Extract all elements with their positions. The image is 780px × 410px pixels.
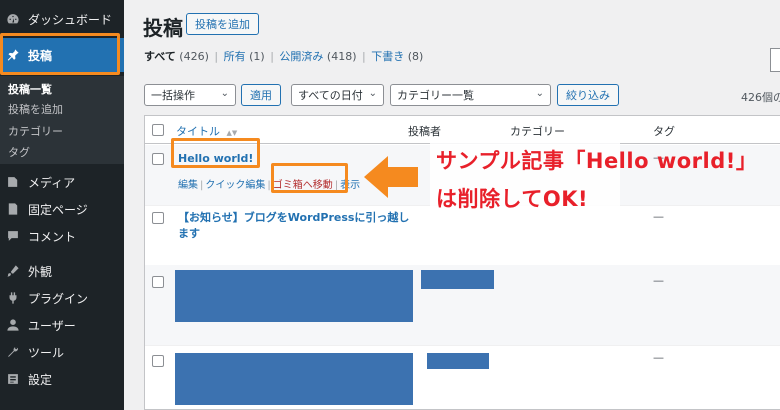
annotation-text-line1: サンプル記事「Hello world!」 (436, 149, 758, 173)
redacted-title (175, 270, 413, 322)
sidebar-item-plugins[interactable]: プラグイン (0, 284, 124, 312)
sidebar-item-appearance[interactable]: 外観 (0, 257, 124, 285)
sidebar-item-dashboard[interactable]: ダッシュボード (0, 5, 124, 33)
sidebar-item-label: ユーザー (28, 318, 76, 333)
column-title-label: タイトル (176, 125, 220, 138)
filter-button[interactable]: 絞り込み (557, 84, 619, 106)
redacted-title (175, 353, 413, 405)
filter-separator: | (270, 50, 274, 63)
filter-separator: | (362, 50, 366, 63)
bulk-action-select[interactable]: 一括操作 ⌄ (144, 84, 236, 106)
items-count: 426個の (741, 91, 780, 104)
sidebar-item-label: コメント (28, 229, 77, 244)
row-checkbox[interactable] (152, 212, 164, 224)
redacted-author (427, 353, 489, 369)
edit-link[interactable]: 編集 (178, 180, 198, 191)
trash-highlight-box (271, 163, 348, 193)
chevron-down-icon: ⌄ (535, 88, 544, 99)
bulk-action-value: 一括操作 (151, 89, 195, 102)
select-all-checkbox[interactable] (152, 124, 164, 136)
filter-published[interactable]: 公開済み (279, 50, 323, 63)
page-icon (6, 202, 20, 216)
chevron-down-icon: ⌄ (368, 88, 377, 99)
submenu-add-post[interactable]: 投稿を追加 (8, 101, 63, 117)
redacted-author (421, 270, 494, 289)
filter-all-count: (426) (179, 50, 209, 63)
page-title: 投稿 (143, 16, 183, 40)
title-highlight-box (171, 138, 260, 168)
sidebar-item-pages[interactable]: 固定ページ (0, 195, 124, 223)
arrow-left-icon (364, 156, 418, 198)
sidebar-item-label: 設定 (28, 372, 53, 387)
row-checkbox[interactable] (152, 276, 164, 288)
filter-published-count: (418) (326, 50, 357, 63)
date-filter-value: すべての日付 (298, 89, 363, 102)
submenu-tags[interactable]: タグ (8, 144, 30, 160)
tags-cell: — (653, 210, 664, 223)
submenu-categories[interactable]: カテゴリー (8, 123, 63, 139)
admin-sidebar: ダッシュボード 投稿 投稿一覧 投稿を追加 カテゴリー タグ メディア 固定ペー… (0, 0, 124, 410)
sidebar-item-label: 固定ページ (28, 202, 88, 217)
column-tags: タグ (653, 125, 675, 138)
table-row: — (145, 345, 780, 410)
dashboard-icon (6, 12, 20, 26)
sidebar-item-label: プラグイン (28, 291, 89, 306)
posts-submenu: 投稿一覧 投稿を追加 カテゴリー タグ (0, 76, 124, 164)
date-filter-select[interactable]: すべての日付 ⌄ (291, 84, 384, 106)
filter-drafts-count: (8) (407, 50, 424, 63)
category-filter-select[interactable]: カテゴリー一覧 ⌄ (390, 84, 551, 106)
apply-button[interactable]: 適用 (241, 84, 281, 106)
status-filter-links: すべて (426) | 所有 (1) | 公開済み (418) | 下書き (8… (144, 48, 423, 64)
annotation-text-line2: は削除してOK! (436, 187, 589, 211)
posts-menu-highlight (0, 33, 120, 75)
sidebar-item-comments[interactable]: コメント (0, 222, 124, 250)
sidebar-item-users[interactable]: ユーザー (0, 311, 124, 339)
sidebar-item-label: ツール (28, 345, 65, 360)
column-title[interactable]: タイトル ▲▼ (176, 123, 237, 139)
user-icon (6, 318, 20, 332)
add-post-button[interactable]: 投稿を追加 (186, 13, 259, 35)
comment-icon (6, 229, 20, 243)
filter-separator: | (214, 50, 219, 63)
sidebar-item-label: ダッシュボード (28, 12, 113, 27)
search-input[interactable] (770, 48, 780, 72)
filter-mine-count: (1) (249, 50, 265, 63)
column-categories: カテゴリー (510, 125, 565, 138)
chevron-down-icon: ⌄ (220, 88, 229, 99)
media-icon (6, 175, 20, 189)
sidebar-item-media[interactable]: メディア (0, 168, 124, 196)
brush-icon (6, 264, 20, 278)
quick-edit-link[interactable]: クイック編集 (205, 180, 265, 191)
filter-drafts[interactable]: 下書き (371, 50, 404, 63)
category-filter-value: カテゴリー一覧 (397, 89, 474, 102)
row-checkbox[interactable] (152, 355, 164, 367)
plugin-icon (6, 291, 20, 305)
row-checkbox[interactable] (152, 153, 164, 165)
filter-all[interactable]: すべて (144, 50, 176, 63)
tags-cell: — (653, 351, 664, 364)
tags-cell: — (653, 274, 664, 287)
column-author: 投稿者 (408, 125, 441, 138)
sidebar-item-label: 外観 (28, 264, 53, 279)
sort-icon: ▲▼ (226, 129, 238, 137)
table-row: — (145, 265, 780, 345)
sidebar-item-label: メディア (28, 175, 76, 190)
submenu-all-posts[interactable]: 投稿一覧 (8, 81, 52, 97)
sidebar-item-tools[interactable]: ツール (0, 338, 124, 366)
wrench-icon (6, 345, 20, 359)
sidebar-item-settings[interactable]: 設定 (0, 365, 124, 393)
post-title-link[interactable]: 【お知らせ】ブログをWordPressに引っ越します (178, 210, 413, 242)
settings-icon (6, 372, 20, 386)
filter-mine[interactable]: 所有 (224, 50, 246, 63)
